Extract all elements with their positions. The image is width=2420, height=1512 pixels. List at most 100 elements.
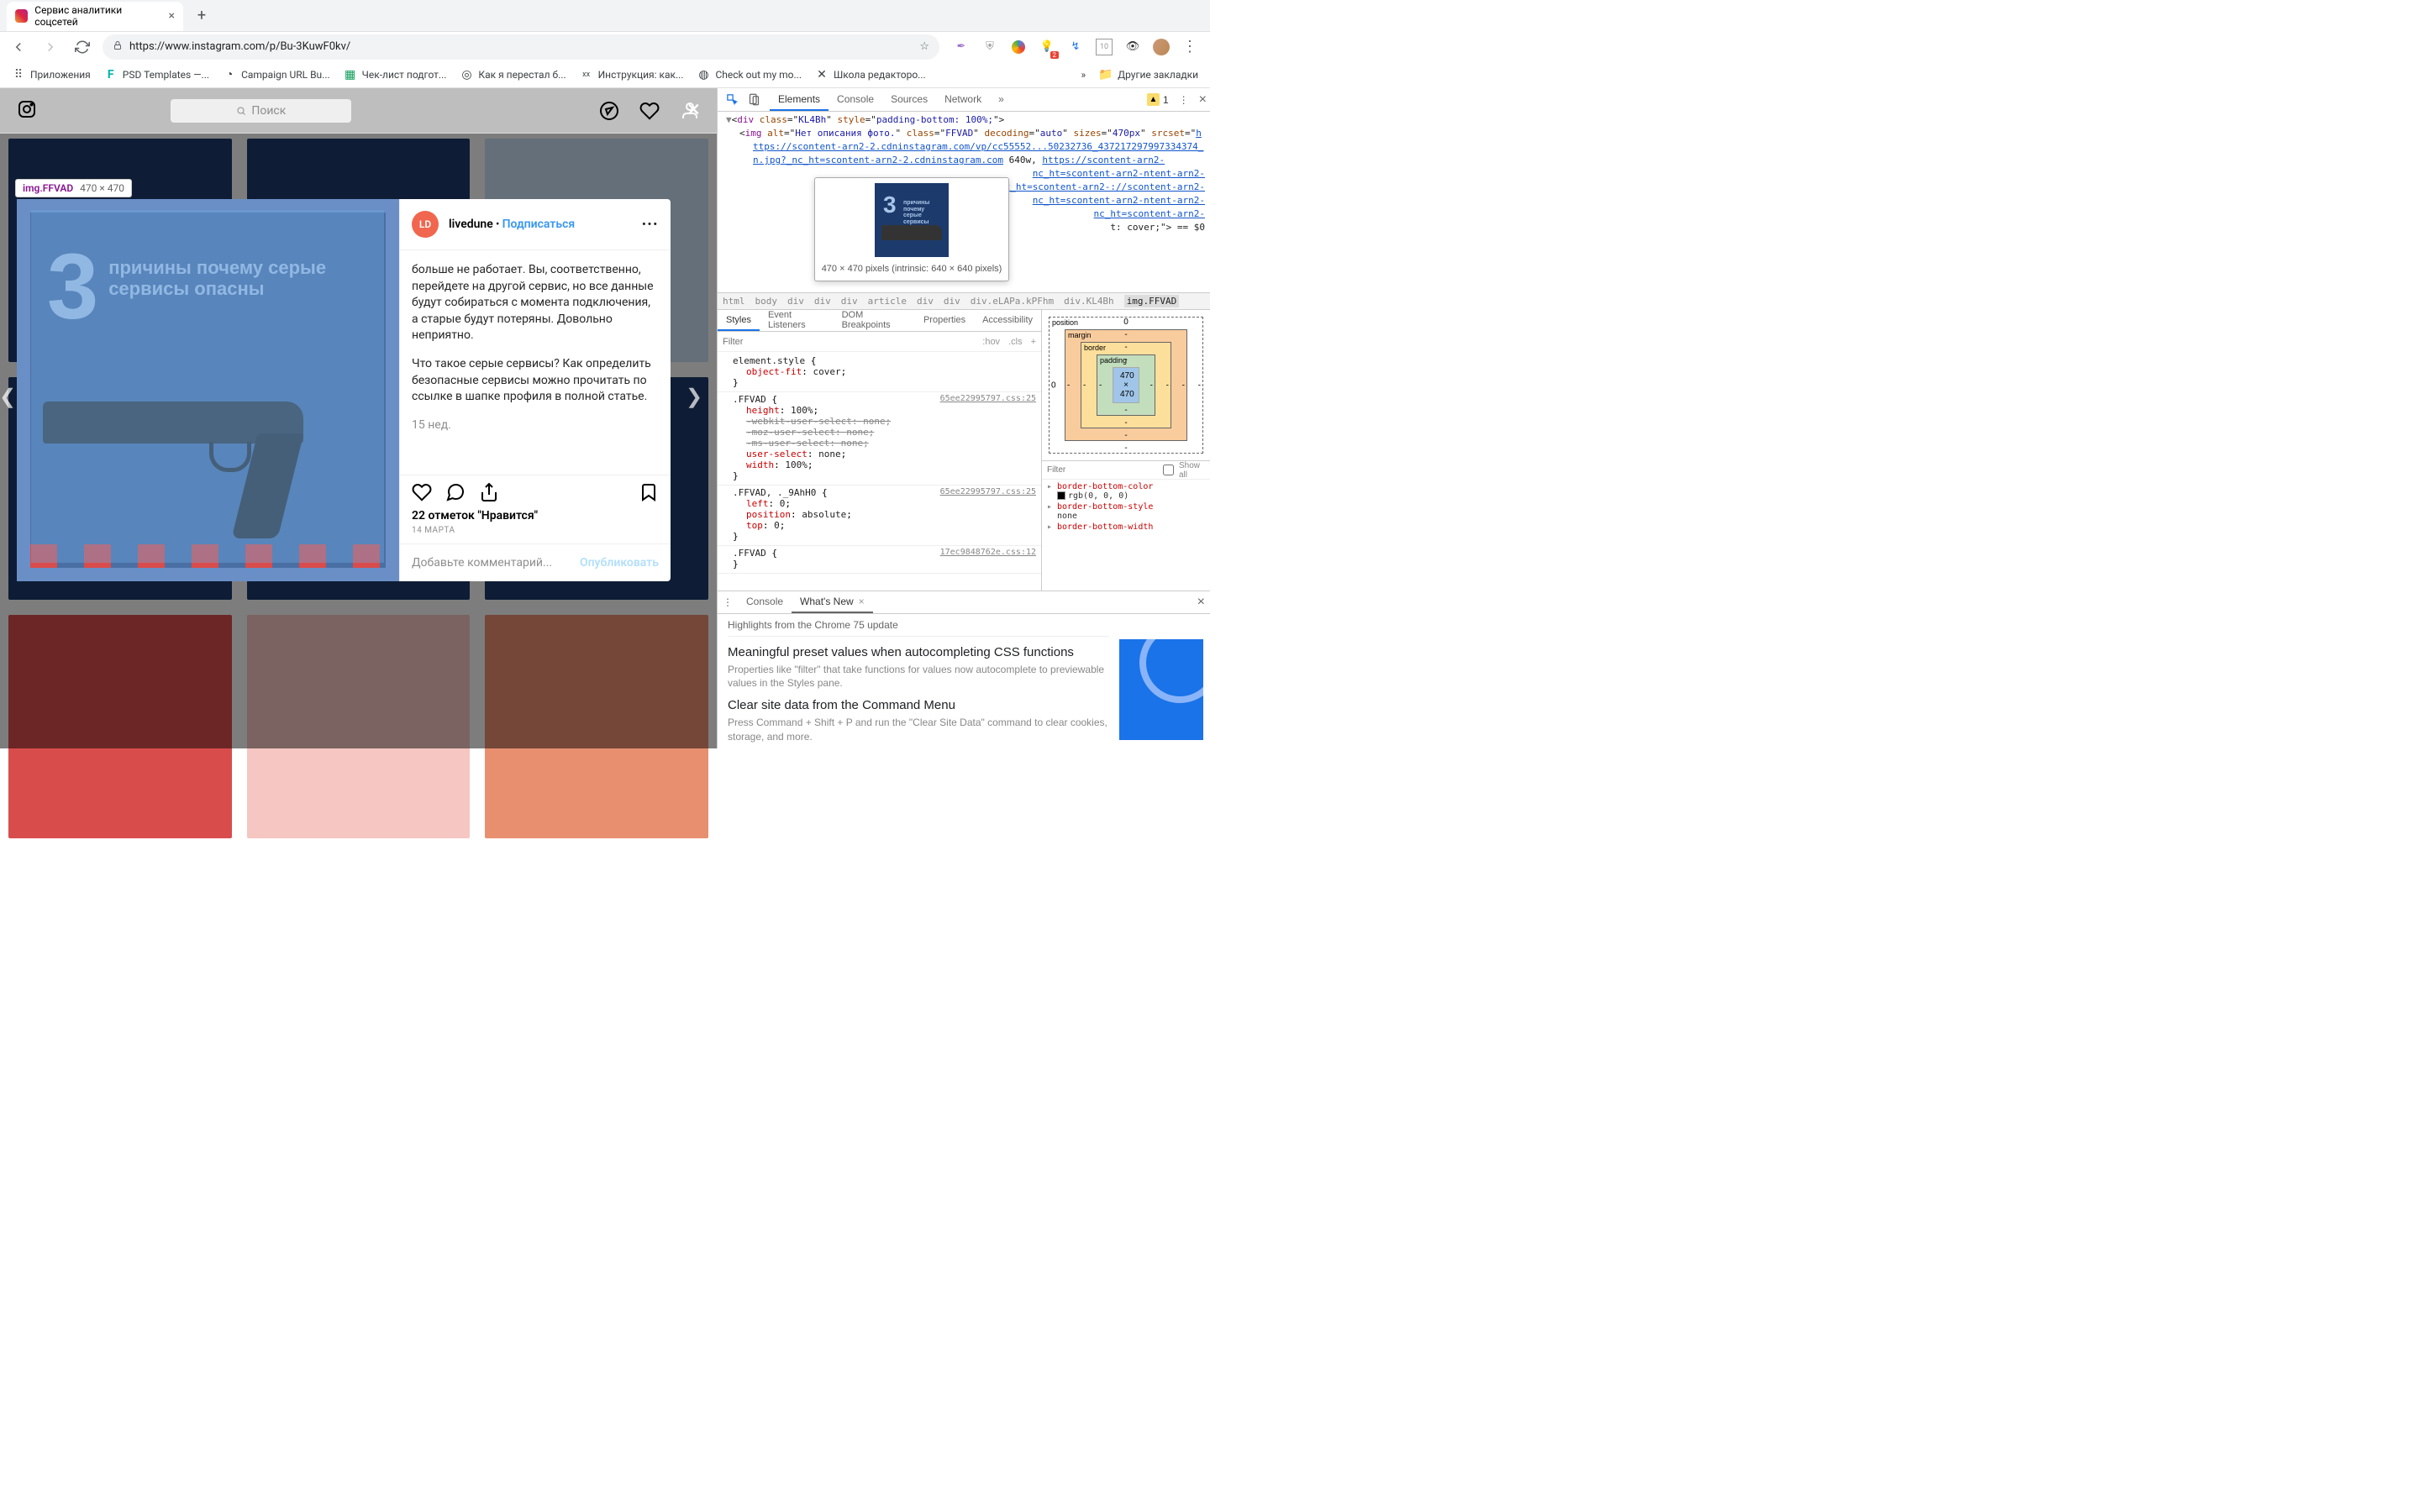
subtab-styles[interactable]: Styles [718,310,760,331]
username[interactable]: livedune [449,218,493,231]
post-image[interactable]: 3 причины почему серые сервисы опасны [30,213,386,568]
add-rule-button[interactable]: + [1031,337,1036,347]
show-all-checkbox[interactable] [1163,465,1174,475]
tab-console[interactable]: Console [829,88,882,111]
explore-icon[interactable] [599,101,619,121]
elements-tree[interactable]: ▼<div class="KL4Bh" style="padding-botto… [718,112,1210,292]
box-model[interactable]: position 00-- margin ---- border ---- pa… [1042,310,1210,461]
ext-icon[interactable]: 👁 [1124,39,1141,55]
back-button[interactable] [7,35,30,59]
bookmark-item[interactable]: FPSD Templates —... [99,65,214,85]
warnings-indicator[interactable]: ▲ 1 ⋮ × [1147,92,1207,108]
user-avatar[interactable]: LD [412,211,439,238]
post-actions [400,475,671,509]
close-icon[interactable]: × [859,596,865,607]
close-modal-button[interactable]: × [687,95,700,123]
tab-network[interactable]: Network [936,88,990,111]
element-hover-preview: 3 причины почемусерые сервисыопасны 470 … [814,177,1009,281]
heart-icon[interactable] [639,101,660,121]
post-header: LD livedune • Подписаться ••• [400,199,671,250]
devtools-close-button[interactable]: × [1199,92,1207,108]
other-bookmarks[interactable]: 📁Другие закладки [1094,65,1203,85]
search-input[interactable]: Поиск [171,99,351,123]
computed-properties[interactable]: ▸border-bottom-colorrgb(0, 0, 0)▸border-… [1042,480,1210,534]
bookmark-overflow[interactable]: » [1081,69,1086,81]
bookmark-item[interactable]: ✕Школа редакторо... [810,65,931,85]
ext-icon[interactable]: 10 [1096,39,1113,55]
ext-icon[interactable]: ✒ [953,39,970,55]
next-arrow[interactable]: ❯ [681,384,707,409]
profile-avatar[interactable] [1153,39,1170,55]
comment-icon[interactable] [445,482,466,502]
bookmark-item[interactable]: ⠿Приложения [7,65,96,85]
bookmark-favicon: хх [580,68,593,81]
folder-icon: 📁 [1099,68,1113,81]
whatsnew-item-title[interactable]: Meaningful preset values when autocomple… [728,645,1109,659]
drawer-menu-icon[interactable]: ⋮ [723,596,738,608]
browser-menu-icon[interactable]: ⋮ [1181,39,1198,55]
style-rules[interactable]: element.style {object-fit: cover;}65ee22… [718,352,1041,591]
hov-toggle[interactable]: :hov [982,337,1000,347]
styles-filter-bar: :hov .cls + [718,332,1041,352]
share-icon[interactable] [479,482,499,502]
publish-button[interactable]: Опубликовать [580,556,659,570]
ext-icon[interactable] [1010,39,1027,55]
subtab-event-listeners[interactable]: Event Listeners [760,310,834,331]
comment-input[interactable]: Добавьте комментарий... [412,556,580,570]
ext-icon[interactable]: ⛨ [981,39,998,55]
bookmark-favicon: ▦ [344,68,357,81]
prev-arrow[interactable]: ❮ [0,384,20,409]
url-field[interactable]: https://www.instagram.com/p/Bu-3KuwF0kv/… [103,34,939,60]
drawer-tabs: ⋮ Console What's New× × [718,591,1210,614]
bookmark-item[interactable]: ххИнструкция: как... [575,65,689,85]
styles-filter-input[interactable] [723,337,974,347]
follow-button[interactable]: Подписаться [502,218,576,231]
apps-icon: ⠿ [12,68,25,81]
save-icon[interactable] [639,482,659,502]
post-caption-body: больше не работает. Вы, соответственно, … [400,250,671,475]
like-icon[interactable] [412,482,432,502]
ext-icon[interactable]: ↯ [1067,39,1084,55]
bookmark-favicon: ◎ [460,68,473,81]
drawer-tab-console[interactable]: Console [738,591,792,613]
whatsnew-item-desc: Properties like "filter" that take funct… [728,663,1109,690]
bookmark-favicon: ◍ [697,68,710,81]
device-toolbar-button[interactable] [743,89,765,111]
search-icon [236,106,246,116]
subtab-accessibility[interactable]: Accessibility [974,310,1041,331]
tabs-more[interactable]: » [990,88,1013,111]
comment-box: Добавьте комментарий... Опубликовать [400,543,671,581]
ext-icon[interactable]: 💡2 [1039,39,1055,55]
browser-tab[interactable]: Сервис аналитики соцсетей × [7,2,183,31]
bookmark-item[interactable]: ◍Check out my mo... [692,65,807,85]
new-tab-button[interactable]: + [190,4,213,28]
bookmark-item[interactable]: ◎Как я перестал б... [455,65,571,85]
computed-filter-input[interactable] [1047,465,1158,475]
subtab-properties[interactable]: Properties [915,310,974,331]
tab-sources[interactable]: Sources [882,88,936,111]
address-bar: https://www.instagram.com/p/Bu-3KuwF0kv/… [0,31,1210,62]
cls-toggle[interactable]: .cls [1008,337,1023,347]
subtab-dom-breakpoints[interactable]: DOM Breakpoints [834,310,915,331]
inspect-element-button[interactable] [721,89,743,111]
bookmark-favicon: ◔ [223,68,236,81]
more-options-button[interactable]: ••• [642,218,659,231]
close-icon[interactable]: × [169,9,175,23]
bookmark-item[interactable]: ◔Campaign URL Bu... [218,65,335,85]
reload-button[interactable] [71,35,94,59]
tab-title: Сервис аналитики соцсетей [34,4,161,28]
tab-elements[interactable]: Elements [770,88,829,111]
lock-icon [113,40,123,54]
likes-count[interactable]: 22 отметок "Нравится" [400,509,671,526]
bookmark-item[interactable]: ▦Чек-лист подгот... [339,65,452,85]
drawer-tab-whatsnew[interactable]: What's New× [792,591,873,613]
forward-button[interactable] [39,35,62,59]
breadcrumbs[interactable]: htmlbodydivdivdivarticledivdivdiv.eLAPa.… [718,292,1210,309]
styles-subtabs: Styles Event Listeners DOM Breakpoints P… [718,310,1041,332]
bookmark-star-icon[interactable]: ☆ [919,40,929,53]
instagram-logo[interactable] [17,99,37,123]
drawer-close-button[interactable]: × [1197,595,1205,610]
drawer: ⋮ Console What's New× × Highlights from … [718,591,1210,748]
whatsnew-item-title[interactable]: Clear site data from the Command Menu [728,698,1109,712]
whatsnew-illustration [1119,639,1203,740]
